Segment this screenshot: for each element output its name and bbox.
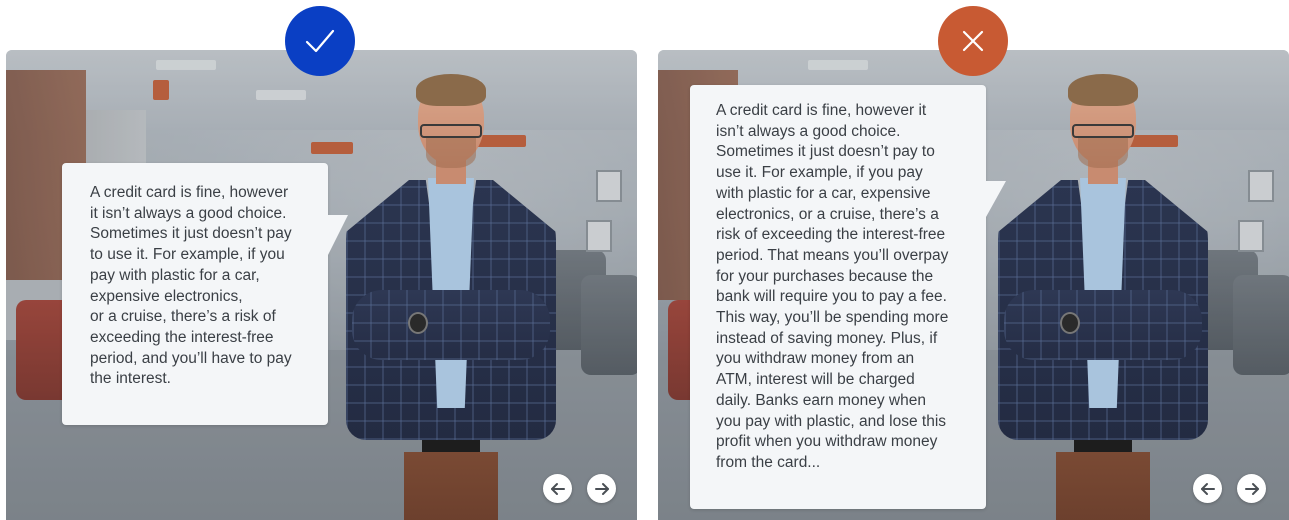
- arrow-right-icon: [594, 482, 609, 495]
- incorrect-example-panel: A credit card is fine, however it isn’t …: [658, 50, 1289, 520]
- speech-bubble: A credit card is fine, however it isn’t …: [62, 163, 348, 425]
- presenter-glasses: [420, 124, 482, 138]
- presenter-hair: [416, 74, 486, 106]
- presenter-beard: [1078, 136, 1128, 168]
- presenter-glasses: [1072, 124, 1134, 138]
- presenter-hair: [1068, 74, 1138, 106]
- speech-bubble: A credit card is fine, however it isn’t …: [690, 85, 1006, 509]
- bubble-tail: [328, 215, 348, 255]
- presenter-arms: [1004, 290, 1202, 360]
- presenter-figure: [346, 74, 556, 520]
- checkmark-icon: [305, 29, 335, 53]
- bubble-tail: [986, 181, 1006, 217]
- presenter-watch: [1060, 312, 1080, 334]
- bubble-text: A credit card is fine, however it isn’t …: [90, 184, 292, 388]
- next-button[interactable]: [1237, 474, 1266, 503]
- next-button[interactable]: [587, 474, 616, 503]
- bubble-text: A credit card is fine, however it isn’t …: [716, 102, 949, 471]
- presenter-beard: [426, 136, 476, 168]
- arrow-right-icon: [1244, 482, 1259, 495]
- correct-badge: [285, 6, 355, 76]
- presenter-figure: [998, 74, 1208, 520]
- arrow-left-icon: [550, 482, 565, 495]
- presenter-watch: [408, 312, 428, 334]
- correct-example-panel: A credit card is fine, however it isn’t …: [6, 50, 637, 520]
- presenter-arms: [352, 290, 550, 360]
- presenter-pants: [404, 452, 498, 520]
- prev-button[interactable]: [543, 474, 572, 503]
- arrow-left-icon: [1200, 482, 1215, 495]
- cross-icon: [962, 30, 984, 52]
- prev-button[interactable]: [1193, 474, 1222, 503]
- presenter-pants: [1056, 452, 1150, 520]
- incorrect-badge: [938, 6, 1008, 76]
